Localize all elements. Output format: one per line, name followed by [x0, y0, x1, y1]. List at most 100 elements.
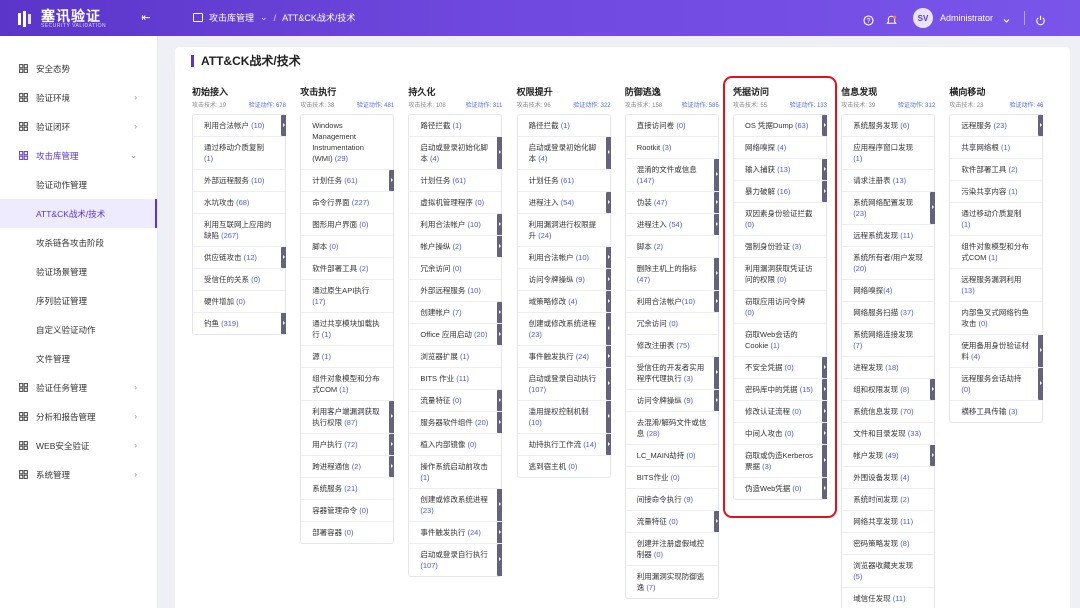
sidebar-item[interactable]: WEB安全验证 ›	[0, 431, 157, 460]
technique-cell[interactable]: 启动或登录初始化脚本 (4)	[409, 137, 503, 170]
sidebar-item[interactable]: 文件管理	[0, 344, 157, 373]
technique-cell[interactable]: 文件和目录发现 (33)	[842, 423, 935, 445]
technique-cell[interactable]: 网络服务扫描 (37)	[842, 302, 935, 324]
technique-cell[interactable]: 源 (1)	[301, 346, 394, 368]
technique-cell[interactable]: 软件部署工具 (2)	[950, 159, 1043, 181]
collapse-sidebar-icon[interactable]: ⇤	[139, 11, 153, 25]
technique-cell[interactable]: 访问令牌操纵 (9)	[625, 390, 719, 412]
technique-cell[interactable]: 钓鱼 (319)	[193, 313, 286, 334]
sidebar-item[interactable]: 验证闭环 ›	[0, 112, 157, 141]
technique-cell[interactable]: 系统服务发现 (6)	[842, 115, 935, 137]
technique-cell[interactable]: 去混淆/解码文件或信息 (28)	[625, 412, 718, 445]
sidebar-item[interactable]: 验证动作管理	[0, 170, 157, 199]
technique-cell[interactable]: 域信任发现 (11)	[842, 588, 934, 608]
technique-cell[interactable]: 受信任的关系 (0)	[193, 269, 285, 291]
technique-cell[interactable]: 计划任务 (61)	[409, 170, 502, 192]
technique-cell[interactable]: 直接访问卷 (0)	[625, 115, 718, 137]
chevron-down-icon[interactable]	[1001, 13, 1012, 24]
technique-cell[interactable]: 冗余访问 (0)	[625, 313, 718, 335]
breadcrumb-parent[interactable]: 攻击库管理	[209, 11, 254, 24]
technique-cell[interactable]: 启动或登录初始化脚本 (4)	[517, 137, 611, 170]
technique-cell[interactable]: 网络共享发现 (11)	[842, 511, 935, 533]
technique-cell[interactable]: 帐户操纵 (2)	[409, 236, 503, 258]
technique-cell[interactable]: 计划任务 (61)	[301, 170, 395, 192]
technique-cell[interactable]: 密码策略发现 (8)	[842, 533, 935, 555]
technique-cell[interactable]: 间接命令执行 (9)	[625, 489, 718, 511]
verify-action-count[interactable]: 验证动作: 481	[357, 100, 394, 112]
technique-cell[interactable]: 事件触发执行 (24)	[409, 522, 503, 544]
technique-cell[interactable]: 中间人攻击 (0)	[734, 423, 827, 445]
app-logo[interactable]: 塞讯验证 SECURITY VALIDATION	[16, 9, 106, 29]
technique-cell[interactable]: 进程发现 (18)	[842, 357, 935, 379]
technique-cell[interactable]: 删除主机上的指标 (47)	[625, 258, 719, 291]
technique-cell[interactable]: 域策略修改 (4)	[517, 291, 611, 313]
technique-cell[interactable]: 计划任务 (61)	[517, 170, 610, 192]
technique-cell[interactable]: BITS作业 (0)	[625, 467, 718, 489]
technique-cell[interactable]: 通过移动介质复制 (1)	[950, 203, 1043, 236]
technique-cell[interactable]: 启动或登录自动执行 (107)	[517, 368, 611, 401]
technique-cell[interactable]: Office 应用启动 (20)	[409, 324, 503, 346]
sidebar-item[interactable]: 攻杀链各攻击阶段	[0, 228, 157, 257]
sidebar-item[interactable]: ATT&CK战术/技术	[0, 199, 157, 228]
help-icon[interactable]: ?	[863, 13, 874, 26]
technique-cell[interactable]: 窃取Web会话的Cookie (1)	[734, 324, 826, 357]
technique-cell[interactable]: 容器管理命令 (0)	[301, 500, 394, 522]
technique-cell[interactable]: 修改认证流程 (0)	[734, 401, 827, 423]
technique-cell[interactable]: 启动或登录自行执行 (107)	[409, 544, 503, 576]
technique-cell[interactable]: 伪装 (47)	[625, 192, 719, 214]
sidebar-item[interactable]: 系统管理 ›	[0, 460, 157, 489]
technique-cell[interactable]: 共享网络根 (1)	[950, 137, 1043, 159]
technique-cell[interactable]: 利用漏洞实现防御逃逸 (7)	[626, 566, 718, 598]
technique-cell[interactable]: 窃取应用访问令牌 (0)	[734, 291, 826, 324]
sidebar-item[interactable]: 序列验证管理	[0, 286, 157, 315]
technique-cell[interactable]: 创建帐户 (7)	[409, 302, 503, 324]
technique-cell[interactable]: 利用漏洞进行权限提升 (24)	[517, 214, 610, 247]
technique-cell[interactable]: 虚拟机管理程序 (0)	[409, 192, 502, 214]
technique-cell[interactable]: 滥用提权控制机制 (10)	[517, 401, 611, 434]
technique-cell[interactable]: 浏览器扩展 (1)	[409, 346, 502, 368]
bell-icon[interactable]	[886, 13, 897, 24]
technique-cell[interactable]: 事件触发执行 (24)	[517, 346, 611, 368]
verify-action-count[interactable]: 验证动作: 46	[1009, 100, 1043, 112]
technique-cell[interactable]: 修改注册表 (75)	[625, 335, 718, 357]
sidebar-item[interactable]: 攻击库管理 ⌄	[0, 141, 157, 170]
technique-cell[interactable]: 系统信息发现 (70)	[842, 401, 935, 423]
technique-cell[interactable]: 冗余访问 (0)	[409, 258, 502, 280]
technique-cell[interactable]: 通过共享模块加载执行 (1)	[301, 313, 394, 346]
technique-cell[interactable]: 跨进程通信 (2)	[301, 456, 395, 478]
verify-action-count[interactable]: 验证动作: 311	[465, 100, 502, 112]
technique-cell[interactable]: Rootkit (3)	[625, 137, 718, 159]
technique-cell[interactable]: 软件部署工具 (2)	[301, 258, 394, 280]
technique-cell[interactable]: 窃取或伪造Kerberos票据 (3)	[734, 445, 827, 478]
verify-action-count[interactable]: 验证动作: 322	[573, 100, 610, 112]
sidebar-item[interactable]: 验证环境 ›	[0, 83, 157, 112]
technique-cell[interactable]: 远程服务会话劫持 (0)	[950, 368, 1044, 401]
technique-cell[interactable]: 利用客户端漏洞获取执行权限 (87)	[301, 401, 395, 434]
technique-cell[interactable]: 用户执行 (72)	[301, 434, 395, 456]
technique-cell[interactable]: 强制身份验证 (3)	[734, 236, 826, 258]
technique-cell[interactable]: 污染共享内容 (1)	[950, 181, 1043, 203]
technique-cell[interactable]: 内部鱼叉式网络钓鱼攻击 (0)	[950, 302, 1043, 335]
technique-cell[interactable]: 命令行界面 (227)	[301, 192, 394, 214]
technique-cell[interactable]: 组件对象模型和分布式COM (1)	[950, 236, 1043, 269]
technique-cell[interactable]: 密码库中的凭据 (15)	[734, 379, 827, 401]
sidebar-item[interactable]: 自定义验证动作	[0, 315, 157, 344]
technique-cell[interactable]: 不安全凭据 (0)	[734, 357, 827, 379]
technique-cell[interactable]: 利用漏洞获取凭证访问的权限 (0)	[734, 258, 826, 291]
verify-action-count[interactable]: 验证动作: 585	[681, 100, 718, 112]
technique-cell[interactable]: 进程注入 (54)	[517, 192, 611, 214]
technique-cell[interactable]: 利用合法帐户(10)	[625, 291, 719, 313]
technique-cell[interactable]: 外围设备发现 (4)	[842, 467, 935, 489]
power-icon[interactable]	[1035, 13, 1046, 25]
technique-cell[interactable]: 部署容器 (0)	[301, 522, 393, 543]
technique-cell[interactable]: 利用合法帐户 (10)	[193, 115, 286, 137]
technique-cell[interactable]: 帐户发现 (49)	[842, 445, 936, 467]
technique-cell[interactable]: 系统所有者/用户发现 (20)	[842, 247, 935, 280]
technique-cell[interactable]: 进程注入 (54)	[625, 214, 719, 236]
technique-cell[interactable]: 受信任的开发者实用程序代理执行 (3)	[625, 357, 719, 390]
technique-cell[interactable]: 外部远程服务 (10)	[193, 170, 285, 192]
technique-cell[interactable]: 劫持执行工作流 (14)	[517, 434, 611, 456]
technique-cell[interactable]: 路径拦截 (1)	[517, 115, 610, 137]
technique-cell[interactable]: 暴力破解 (16)	[734, 181, 827, 203]
technique-cell[interactable]: 使用备用身份验证材料 (4)	[950, 335, 1044, 368]
